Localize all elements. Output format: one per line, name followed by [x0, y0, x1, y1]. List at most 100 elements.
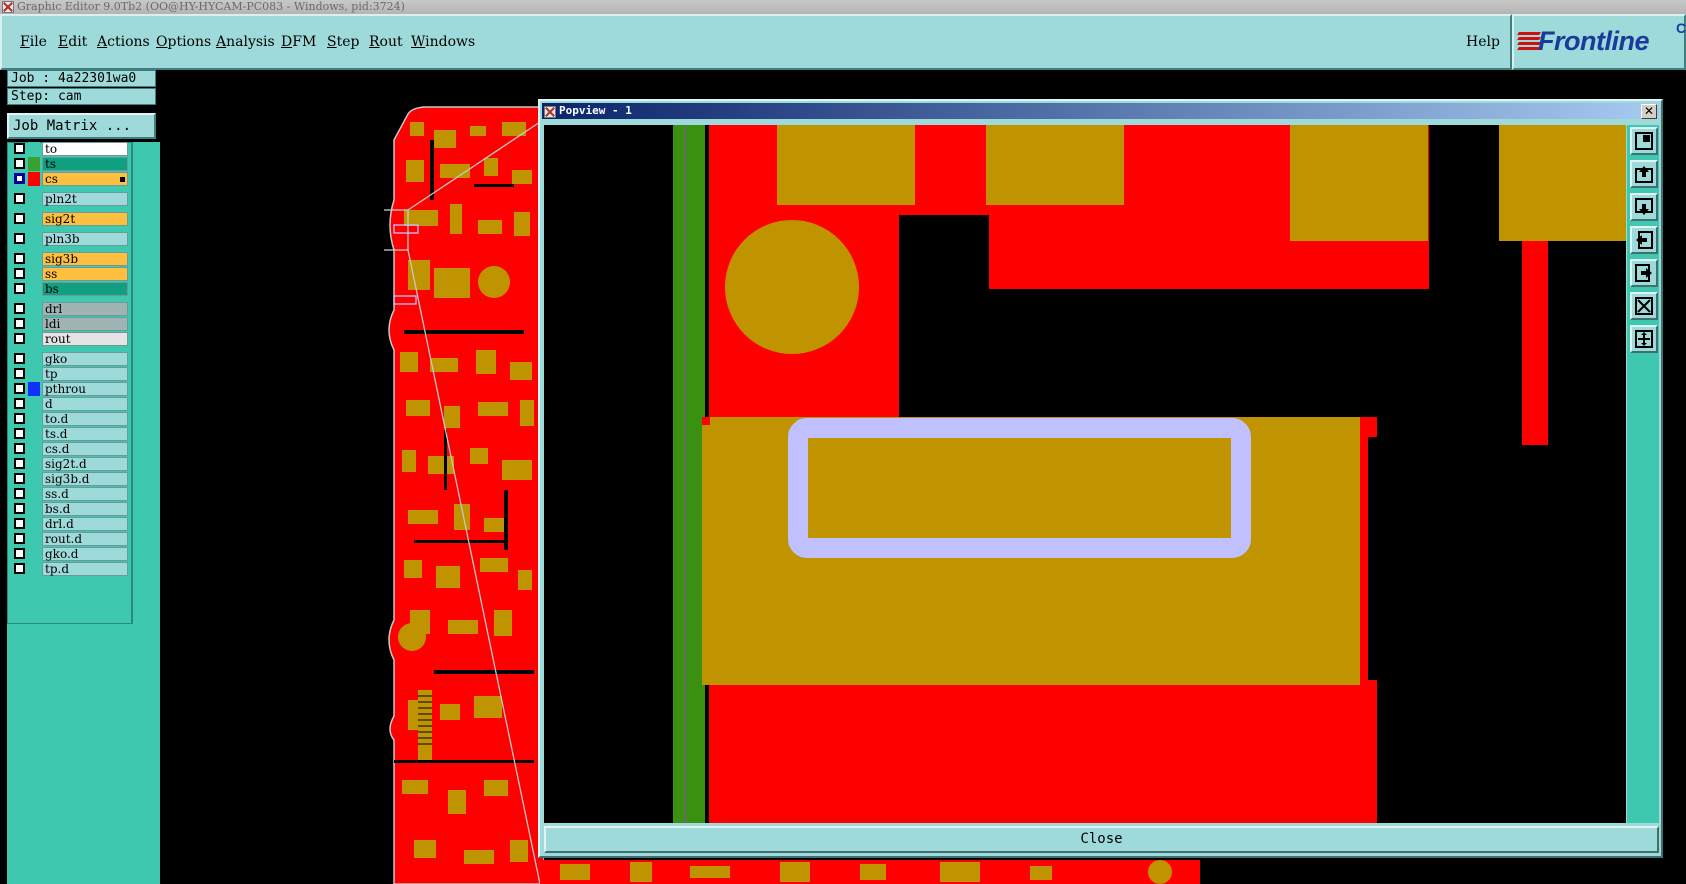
layer-color-swatch[interactable] — [28, 532, 40, 546]
layer-color-swatch[interactable] — [28, 192, 40, 206]
menu-options[interactable]: Options — [156, 34, 211, 50]
layer-color-swatch[interactable] — [28, 302, 40, 316]
layer-checkbox[interactable] — [14, 193, 25, 204]
layer-row-d[interactable]: d — [12, 397, 130, 411]
layer-checkbox[interactable] — [14, 428, 25, 439]
layer-checkbox[interactable] — [14, 353, 25, 364]
layer-name[interactable]: sig2t — [42, 212, 128, 226]
layer-row-pln3b[interactable]: pln3b — [12, 232, 130, 246]
menu-analysis[interactable]: Analysis — [216, 34, 275, 50]
layer-row-cs-d[interactable]: cs.d — [12, 442, 130, 456]
layer-color-swatch[interactable] — [28, 317, 40, 331]
popview-title-bar[interactable]: Popview - 1 ✕ — [542, 103, 1659, 119]
layer-color-swatch[interactable] — [28, 442, 40, 456]
layer-checkbox[interactable] — [14, 563, 25, 574]
layer-row-drl-d[interactable]: drl.d — [12, 517, 130, 531]
layer-checkbox[interactable] — [14, 398, 25, 409]
layer-color-swatch[interactable] — [28, 367, 40, 381]
layer-name[interactable]: to.d — [42, 412, 128, 426]
layer-row-bs[interactable]: bs — [12, 282, 130, 296]
layer-color-swatch[interactable] — [28, 282, 40, 296]
layer-name[interactable]: tp.d — [42, 562, 128, 576]
layer-row-sig3b-d[interactable]: sig3b.d — [12, 472, 130, 486]
layer-checkbox[interactable] — [14, 233, 25, 244]
layer-name[interactable]: ldi — [42, 317, 128, 331]
layer-name[interactable]: d — [42, 397, 128, 411]
layer-name[interactable]: ss.d — [42, 487, 128, 501]
pan-right-icon[interactable] — [1630, 259, 1658, 287]
layer-checkbox[interactable] — [14, 368, 25, 379]
menu-help[interactable]: Help — [1466, 34, 1500, 50]
layer-color-swatch[interactable] — [28, 267, 40, 281]
layer-name[interactable]: ts — [42, 157, 128, 171]
layer-checkbox[interactable] — [14, 213, 25, 224]
layer-checkbox[interactable] — [14, 443, 25, 454]
zoom-fit-icon[interactable] — [1630, 127, 1658, 155]
layer-color-swatch[interactable] — [28, 412, 40, 426]
layer-name[interactable]: pthrou — [42, 382, 128, 396]
pcb-board-bottom-strip[interactable] — [540, 860, 1240, 884]
layer-color-swatch[interactable] — [28, 212, 40, 226]
layer-color-swatch[interactable] — [28, 427, 40, 441]
popview-close-icon[interactable]: ✕ — [1641, 104, 1657, 119]
layer-name[interactable]: bs.d — [42, 502, 128, 516]
layer-name[interactable]: drl — [42, 302, 128, 316]
layer-name[interactable]: to — [42, 142, 128, 156]
layer-checkbox[interactable] — [14, 413, 25, 424]
pan-left-icon[interactable] — [1630, 226, 1658, 254]
layer-checkbox[interactable] — [14, 518, 25, 529]
layer-row-bs-d[interactable]: bs.d — [12, 502, 130, 516]
layer-color-swatch[interactable] — [28, 562, 40, 576]
layer-row-ldi[interactable]: ldi — [12, 317, 130, 331]
layer-color-swatch[interactable] — [28, 472, 40, 486]
layer-name[interactable]: gko.d — [42, 547, 128, 561]
layer-checkbox[interactable] — [14, 488, 25, 499]
layer-checkbox[interactable] — [14, 503, 25, 514]
layer-row-ts-d[interactable]: ts.d — [12, 427, 130, 441]
layer-name[interactable]: cs — [42, 172, 128, 186]
layer-checkbox[interactable] — [14, 318, 25, 329]
layer-checkbox[interactable] — [14, 383, 25, 394]
layer-row-ts[interactable]: ts — [12, 157, 130, 171]
layer-color-swatch[interactable] — [28, 502, 40, 516]
layer-name[interactable]: bs — [42, 282, 128, 296]
layer-color-swatch[interactable] — [28, 547, 40, 561]
layer-checkbox[interactable] — [14, 303, 25, 314]
layer-name[interactable]: ss — [42, 267, 128, 281]
pan-up-icon[interactable] — [1630, 160, 1658, 188]
layer-row-gko[interactable]: gko — [12, 352, 130, 366]
layer-row-sig2t-d[interactable]: sig2t.d — [12, 457, 130, 471]
layer-color-swatch[interactable] — [28, 172, 40, 186]
layer-name[interactable]: pln3b — [42, 232, 128, 246]
layer-checkbox[interactable] — [14, 533, 25, 544]
layer-checkbox[interactable] — [14, 173, 25, 184]
layer-color-swatch[interactable] — [28, 157, 40, 171]
layer-name[interactable]: rout — [42, 332, 128, 346]
zoom-center-icon[interactable] — [1630, 325, 1658, 353]
pan-down-icon[interactable] — [1630, 193, 1658, 221]
layer-name[interactable]: pln2t — [42, 192, 128, 206]
layer-row-pthrou[interactable]: pthrou — [12, 382, 130, 396]
layer-row-pln2t[interactable]: pln2t — [12, 192, 130, 206]
layer-row-to[interactable]: to — [12, 142, 130, 156]
layer-color-swatch[interactable] — [28, 332, 40, 346]
layer-row-rout-d[interactable]: rout.d — [12, 532, 130, 546]
layer-row-ss-d[interactable]: ss.d — [12, 487, 130, 501]
layer-checkbox[interactable] — [14, 458, 25, 469]
popview-close-button[interactable]: Close — [544, 826, 1659, 853]
layer-row-rout[interactable]: rout — [12, 332, 130, 346]
layer-checkbox[interactable] — [14, 253, 25, 264]
layer-checkbox[interactable] — [14, 158, 25, 169]
layer-checkbox[interactable] — [14, 268, 25, 279]
layer-color-swatch[interactable] — [28, 382, 40, 396]
job-matrix-button[interactable]: Job Matrix ... — [7, 113, 156, 139]
layer-checkbox[interactable] — [14, 283, 25, 294]
menu-actions[interactable]: Actions — [97, 34, 150, 50]
menu-dfm[interactable]: DFM — [281, 34, 316, 50]
layer-name[interactable]: gko — [42, 352, 128, 366]
layer-list-scroll-area[interactable] — [132, 142, 160, 624]
layer-color-swatch[interactable] — [28, 252, 40, 266]
layer-checkbox[interactable] — [14, 548, 25, 559]
layer-color-swatch[interactable] — [28, 352, 40, 366]
layer-row-tp-d[interactable]: tp.d — [12, 562, 130, 576]
